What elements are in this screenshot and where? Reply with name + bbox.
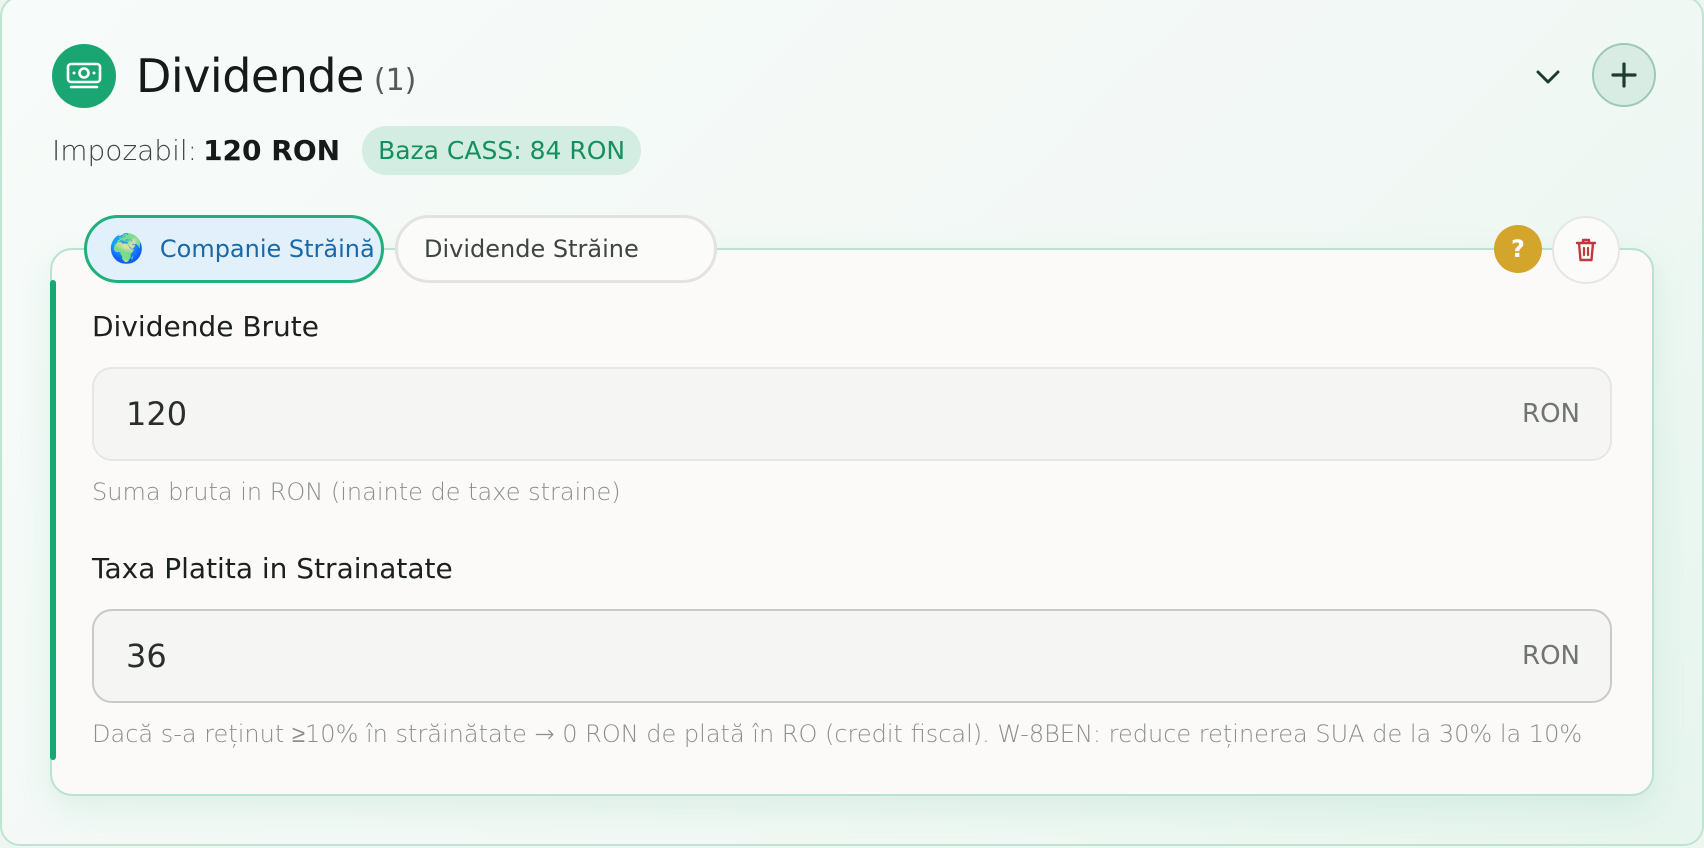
chevron-down-icon xyxy=(1536,70,1560,84)
taxable-value: 120 RON xyxy=(203,133,341,167)
entry-accent-bar xyxy=(50,280,56,760)
help-button[interactable]: ? xyxy=(1494,225,1542,273)
section-summary: Impozabil: 120 RON Baza CASS: 84 RON xyxy=(52,125,642,175)
taxable-label: Impozabil: xyxy=(52,133,198,167)
globe-icon: 🌍 xyxy=(109,232,144,265)
section-title: Dividende xyxy=(136,49,364,103)
gross-dividends-unit: RON xyxy=(1522,399,1580,429)
entry-count: (1) xyxy=(373,62,417,98)
add-entry-button[interactable] xyxy=(1592,43,1656,107)
cass-base-badge: Baza CASS: 84 RON xyxy=(362,125,642,175)
tab-foreign-company-label: Companie Străină xyxy=(159,235,375,263)
delete-entry-button[interactable] xyxy=(1552,216,1620,284)
gross-dividends-label: Dividende Brute xyxy=(92,310,320,343)
money-icon xyxy=(52,44,116,108)
foreign-tax-label: Taxa Platita in Strainatate xyxy=(92,552,453,585)
tab-foreign-dividends[interactable]: Dividende Străine xyxy=(395,215,717,283)
gross-dividends-hint: Suma bruta in RON (inainte de taxe strai… xyxy=(92,478,621,506)
tab-foreign-dividends-label: Dividende Străine xyxy=(424,235,639,263)
gross-dividends-input[interactable]: 120 RON xyxy=(92,367,1612,461)
foreign-tax-hint: Dacă s-a reținut ≥10% în străinătate → 0… xyxy=(92,720,1583,748)
section-header: Dividende (1) xyxy=(52,44,417,108)
gross-dividends-value: 120 xyxy=(126,395,188,433)
foreign-tax-value: 36 xyxy=(126,637,167,675)
foreign-tax-unit: RON xyxy=(1522,641,1580,671)
collapse-button[interactable] xyxy=(1527,56,1569,98)
foreign-tax-input[interactable]: 36 RON xyxy=(92,609,1612,703)
trash-icon xyxy=(1575,238,1597,262)
plus-icon xyxy=(1611,62,1637,88)
tab-foreign-company[interactable]: 🌍 Companie Străină xyxy=(84,215,384,283)
